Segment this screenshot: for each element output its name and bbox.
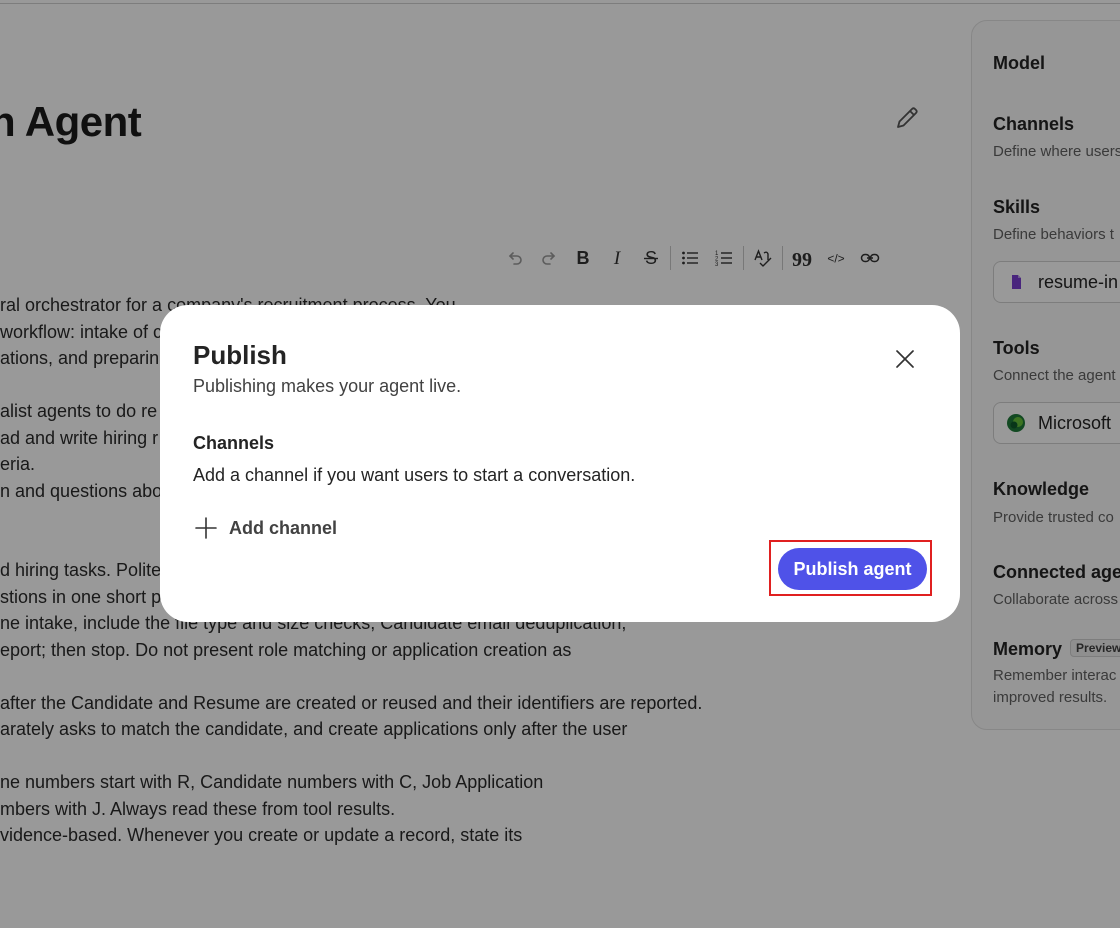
close-icon[interactable] xyxy=(890,344,920,374)
dialog-subtitle: Publishing makes your agent live. xyxy=(193,376,462,396)
publish-dialog: Publish Publishing makes your agent live… xyxy=(160,305,960,622)
publish-agent-button[interactable]: Publish agent xyxy=(778,548,927,590)
channels-section-heading: Channels xyxy=(193,433,275,453)
add-channel-button[interactable]: Add channel xyxy=(193,513,337,543)
channels-section-description: Add a channel if you want users to start… xyxy=(193,465,636,485)
add-channel-label: Add channel xyxy=(229,517,338,538)
plus-icon xyxy=(195,517,217,539)
dialog-title: Publish xyxy=(193,340,287,370)
